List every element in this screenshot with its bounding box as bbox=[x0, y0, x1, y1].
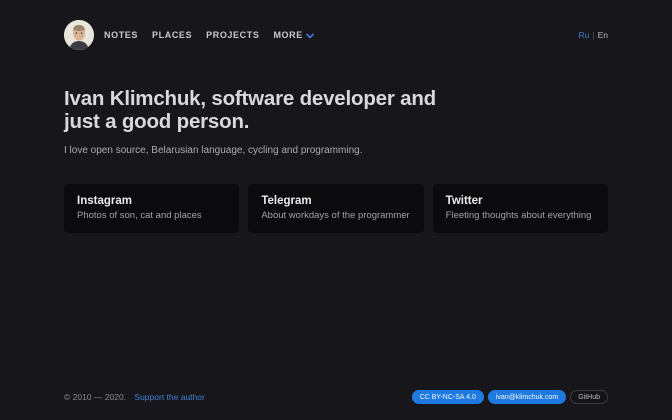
header: Notes Places Projects More Ru| En bbox=[64, 0, 608, 50]
nav-item-places[interactable]: Places bbox=[152, 30, 192, 40]
language-switcher: Ru| En bbox=[579, 30, 609, 40]
support-author-link[interactable]: Support the author bbox=[134, 392, 204, 402]
footer-copyright-area: © 2010 — 2020. Support the author bbox=[64, 392, 205, 402]
nav-item-more[interactable]: More bbox=[273, 30, 313, 41]
nav-item-notes[interactable]: Notes bbox=[104, 30, 138, 40]
footer: © 2010 — 2020. Support the author CC BY-… bbox=[0, 390, 672, 404]
lang-current-en[interactable]: En bbox=[598, 30, 608, 40]
page-subtitle: I love open source, Belarusian language,… bbox=[64, 145, 608, 156]
nav-item-projects[interactable]: Projects bbox=[206, 30, 259, 40]
lang-separator: | bbox=[592, 30, 594, 40]
hero-section: Ivan Klimchuk, software developer and ju… bbox=[64, 87, 608, 156]
license-badge[interactable]: CC BY-NC-SA 4.0 bbox=[412, 390, 484, 404]
footer-badges: CC BY-NC-SA 4.0 ivan@klimchuk.com GitHub bbox=[412, 390, 608, 404]
card-telegram[interactable]: Telegram About workdays of the programme… bbox=[248, 184, 423, 233]
page-title: Ivan Klimchuk, software developer and ju… bbox=[64, 87, 464, 133]
card-instagram[interactable]: Instagram Photos of son, cat and places bbox=[64, 184, 239, 233]
copyright-text: © 2010 — 2020. bbox=[64, 392, 126, 402]
card-description: Photos of son, cat and places bbox=[77, 210, 226, 221]
email-badge[interactable]: ivan@klimchuk.com bbox=[488, 390, 566, 404]
lang-link-ru[interactable]: Ru bbox=[579, 30, 590, 40]
nav-item-more-label: More bbox=[273, 30, 302, 40]
chevron-down-icon bbox=[306, 31, 314, 41]
card-title: Instagram bbox=[77, 195, 226, 207]
social-cards: Instagram Photos of son, cat and places … bbox=[64, 184, 608, 233]
avatar[interactable] bbox=[64, 20, 94, 50]
card-description: About workdays of the programmer bbox=[261, 210, 410, 221]
nav-left: Notes Places Projects More bbox=[64, 20, 314, 50]
nav-menu: Notes Places Projects More bbox=[104, 30, 314, 41]
card-description: Fleeting thoughts about everything bbox=[446, 210, 595, 221]
card-twitter[interactable]: Twitter Fleeting thoughts about everythi… bbox=[433, 184, 608, 233]
avatar-photo-icon bbox=[64, 20, 94, 50]
card-title: Twitter bbox=[446, 195, 595, 207]
github-badge[interactable]: GitHub bbox=[570, 390, 608, 404]
card-title: Telegram bbox=[261, 195, 410, 207]
